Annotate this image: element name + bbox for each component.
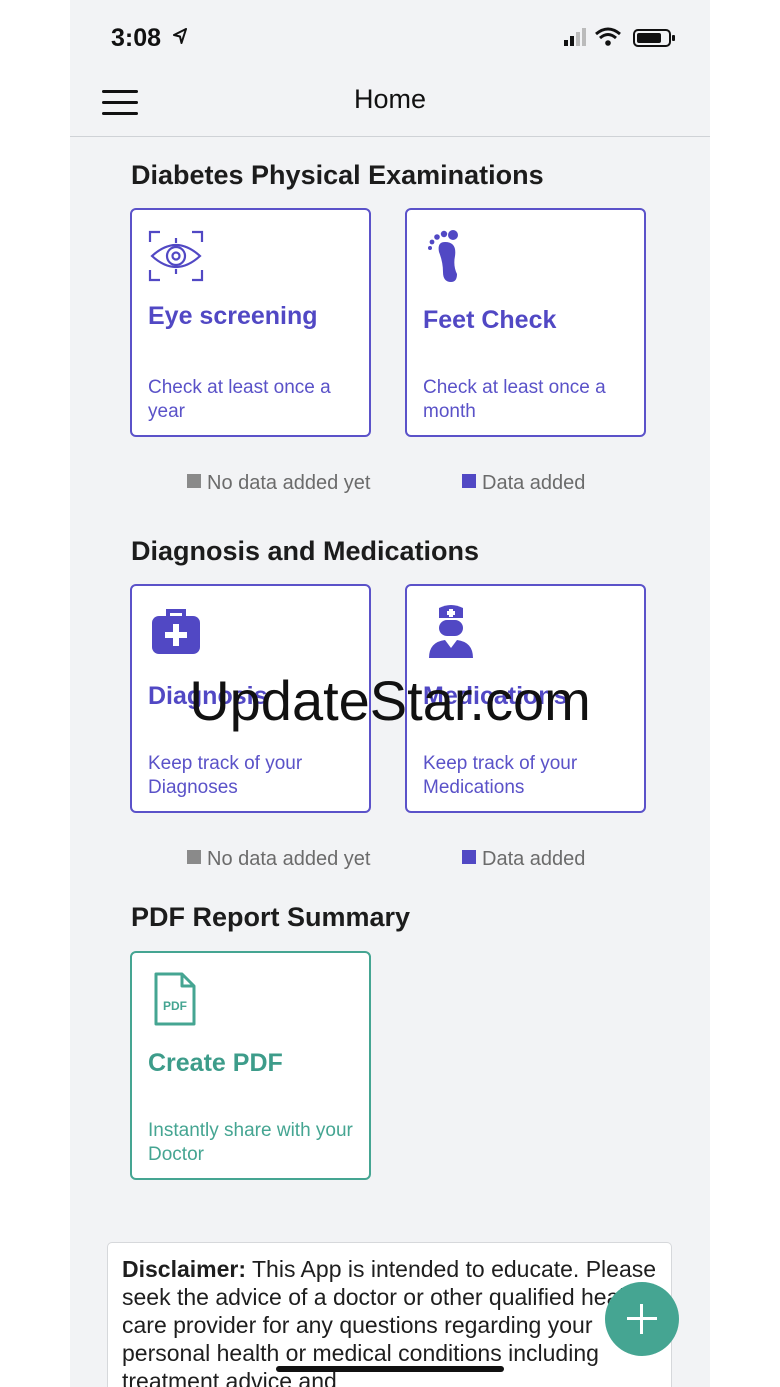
battery-icon <box>633 29 675 47</box>
card-subtitle: Keep track of your Diagnoses <box>148 753 303 798</box>
card-title: Eye screening <box>148 302 318 330</box>
foot-icon <box>428 230 458 282</box>
card-title: Feet Check <box>423 306 557 334</box>
status-icons <box>564 27 675 47</box>
cellular-signal-icon <box>564 28 586 46</box>
feet-check-card[interactable]: Feet Check Check at least once a month <box>405 208 646 437</box>
gray-square-icon <box>187 474 201 488</box>
legend-data-added: Data added <box>462 472 585 495</box>
eye-scan-icon <box>148 230 204 282</box>
section-title-pdf: PDF Report Summary <box>131 902 411 932</box>
wifi-icon <box>595 27 621 46</box>
card-subtitle: Keep track of your Medications <box>423 753 578 798</box>
watermark-text: UpdateStar.com <box>189 669 591 732</box>
card-subtitle: Instantly share with your Doctor <box>148 1120 353 1165</box>
page-title: Home <box>353 84 427 114</box>
status-bar: 3:08 <box>70 0 710 70</box>
legend-no-data: No data added yet <box>187 848 370 871</box>
card-subtitle: Check at least once a month <box>423 377 606 422</box>
medical-kit-icon <box>152 609 200 654</box>
eye-screening-card[interactable]: Eye screening Check at least once a year <box>130 208 371 437</box>
gray-square-icon <box>187 850 201 864</box>
create-pdf-card[interactable]: PDF Create PDF Instantly share with your… <box>130 951 371 1180</box>
location-arrow-icon <box>173 28 187 44</box>
legend-data-added: Data added <box>462 848 585 871</box>
disclaimer-label: Disclaimer: <box>122 1256 247 1282</box>
purple-square-icon <box>462 850 476 864</box>
card-subtitle: Check at least once a year <box>148 377 331 422</box>
add-button[interactable] <box>605 1282 679 1356</box>
purple-square-icon <box>462 474 476 488</box>
doctor-icon <box>429 605 473 658</box>
svg-text:PDF: PDF <box>163 999 187 1013</box>
section-title-examinations: Diabetes Physical Examinations <box>131 160 544 190</box>
status-time: 3:08 <box>111 24 162 52</box>
navigation-bar: Home <box>70 70 710 137</box>
home-indicator <box>276 1366 504 1372</box>
card-title: Create PDF <box>148 1049 283 1077</box>
legend-no-data: No data added yet <box>187 472 370 495</box>
pdf-file-icon: PDF <box>154 972 196 1026</box>
section-title-diagnosis: Diagnosis and Medications <box>131 536 480 566</box>
